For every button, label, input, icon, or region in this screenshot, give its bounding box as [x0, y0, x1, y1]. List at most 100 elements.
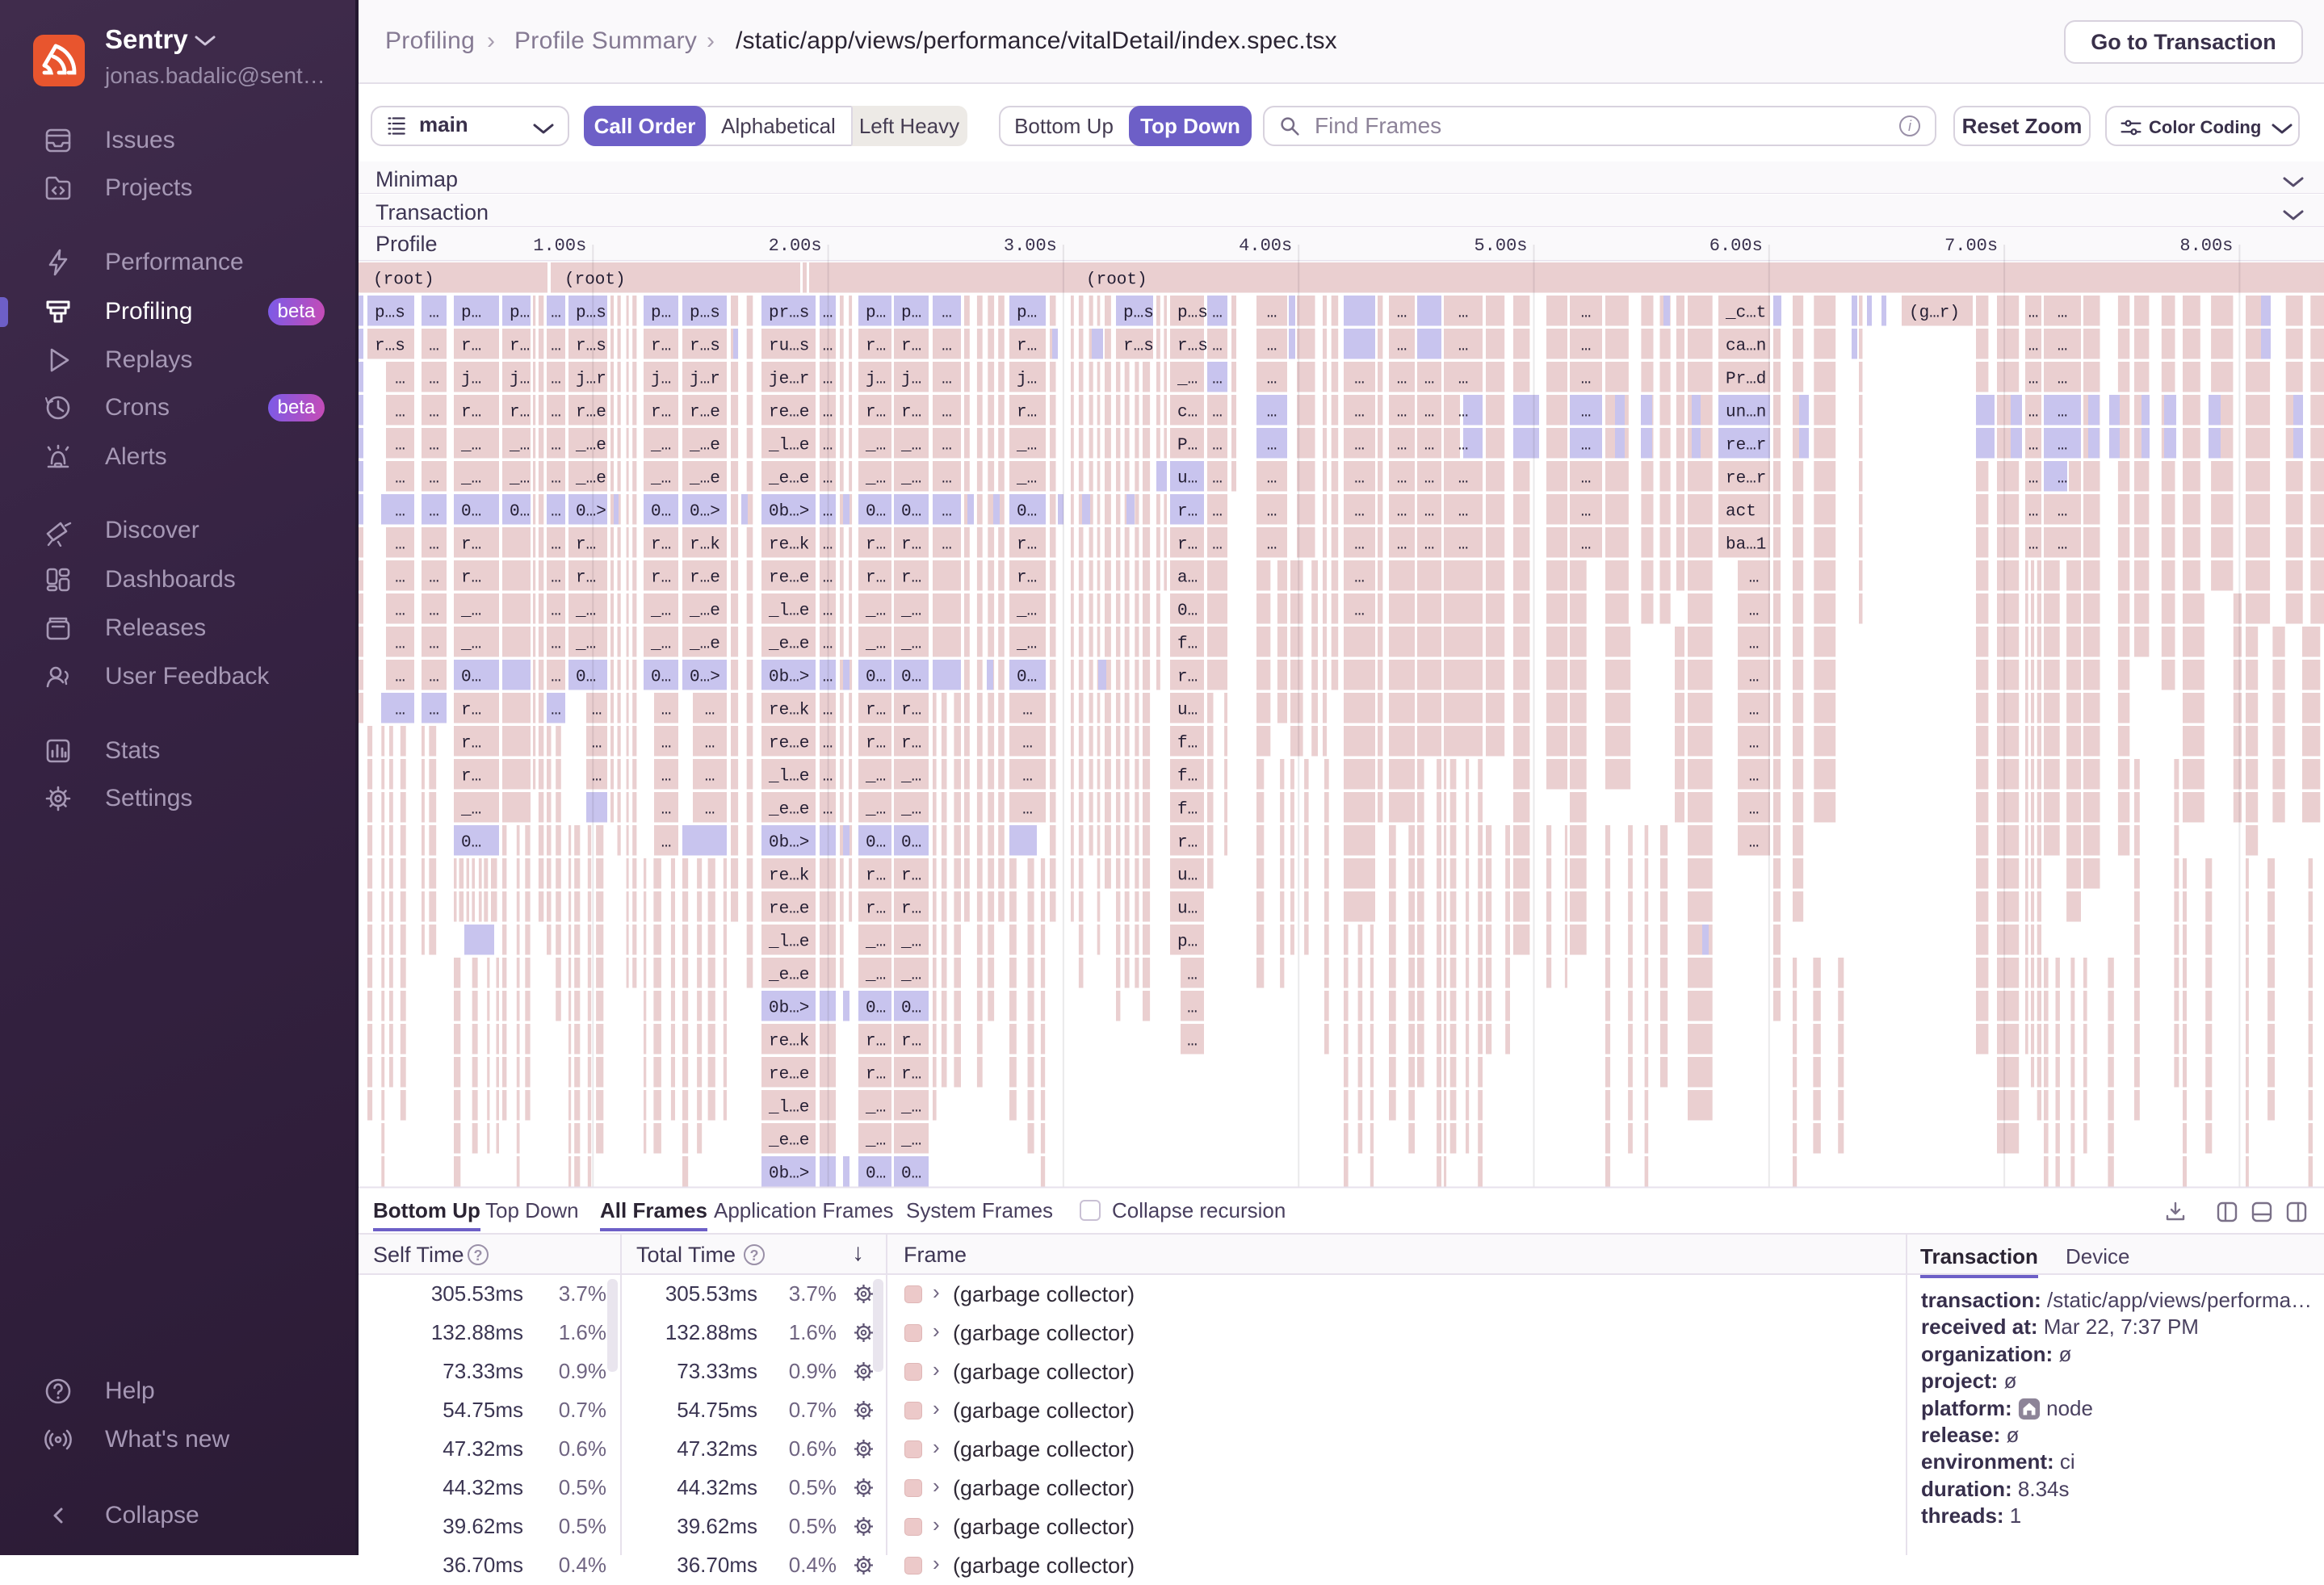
- svg-text:(root): (root): [1086, 271, 1147, 290]
- svg-text:act: act: [1726, 503, 1756, 522]
- svg-text:…: …: [1581, 437, 1592, 455]
- svg-text:…: …: [1424, 503, 1435, 522]
- svg-text:_…: _…: [900, 933, 921, 952]
- svg-text:…: …: [395, 669, 405, 687]
- svg-text:…: …: [1424, 470, 1435, 488]
- svg-text:…: …: [1397, 437, 1407, 455]
- svg-text:…: …: [705, 768, 715, 786]
- svg-text:j…r: j…r: [576, 371, 606, 389]
- svg-text:r…: r…: [1017, 536, 1037, 555]
- svg-text:…: …: [1354, 437, 1365, 455]
- svg-text:…: …: [1267, 503, 1277, 522]
- svg-text:…: …: [1212, 404, 1223, 422]
- svg-text:p…: p…: [901, 304, 921, 323]
- svg-text:0…>: 0…>: [690, 503, 720, 522]
- svg-text:…: …: [1187, 967, 1198, 985]
- svg-text:_…: _…: [865, 768, 886, 786]
- svg-text:p…s: p…s: [690, 304, 720, 323]
- svg-text:…: …: [429, 304, 439, 323]
- svg-text:…: …: [1749, 602, 1760, 621]
- svg-text:…: …: [429, 669, 439, 687]
- svg-text:_…: _…: [460, 801, 481, 820]
- svg-text:0…: 0…: [866, 1000, 886, 1018]
- svg-text:_…: _…: [865, 933, 886, 952]
- svg-text:re…e: re…e: [769, 735, 809, 753]
- svg-text:…: …: [823, 437, 833, 455]
- svg-text:…: …: [1397, 404, 1407, 422]
- svg-text:…: …: [429, 569, 439, 588]
- svg-text:6.00s: 6.00s: [1709, 236, 1763, 256]
- svg-text:pr…s: pr…s: [769, 304, 809, 323]
- svg-text:0b…>: 0b…>: [769, 1000, 809, 1018]
- svg-text:_…e: _…e: [575, 437, 606, 455]
- svg-text:…: …: [2058, 371, 2068, 389]
- svg-text:ca…n: ca…n: [1726, 338, 1766, 356]
- svg-text:…: …: [1424, 536, 1435, 555]
- svg-text:r…: r…: [901, 338, 921, 356]
- svg-text:r…: r…: [1017, 338, 1037, 356]
- svg-text:…: …: [1458, 304, 1469, 323]
- svg-text:…: …: [1354, 503, 1365, 522]
- svg-text:_…e: _…e: [689, 635, 720, 654]
- svg-text:…: …: [2058, 404, 2068, 422]
- svg-text:0…: 0…: [1017, 503, 1037, 522]
- svg-text:(root): (root): [373, 271, 434, 290]
- svg-text:…: …: [942, 371, 952, 389]
- svg-text:…: …: [2028, 470, 2039, 488]
- svg-text:…: …: [1749, 702, 1760, 720]
- svg-text:Profile: Profile: [375, 232, 438, 256]
- svg-text:r…: r…: [510, 338, 530, 356]
- svg-text:r…: r…: [1177, 669, 1198, 687]
- svg-text:…: …: [395, 635, 405, 654]
- svg-text:…: …: [1212, 503, 1223, 522]
- svg-text:…: …: [1267, 371, 1277, 389]
- svg-text:…: …: [551, 404, 561, 422]
- svg-text:r…: r…: [576, 536, 596, 555]
- svg-text:j…: j…: [651, 371, 671, 389]
- svg-text:…: …: [395, 602, 405, 621]
- svg-text:…: …: [823, 801, 833, 820]
- svg-text:…: …: [395, 569, 405, 588]
- svg-text:…: …: [1212, 536, 1223, 555]
- svg-text:…: …: [1267, 437, 1277, 455]
- svg-text:…: …: [823, 635, 833, 654]
- svg-text:…: …: [1581, 338, 1592, 356]
- svg-text:_…: _…: [900, 602, 921, 621]
- svg-text:…: …: [2028, 536, 2039, 555]
- svg-text:…: …: [592, 702, 602, 720]
- svg-text:…: …: [823, 536, 833, 555]
- svg-text:…: …: [661, 834, 672, 853]
- svg-text:…: …: [551, 304, 561, 323]
- svg-text:_…e: _…e: [689, 470, 720, 488]
- svg-text:0…: 0…: [866, 503, 886, 522]
- svg-text:r…: r…: [866, 404, 886, 422]
- svg-text:…: …: [429, 437, 439, 455]
- svg-text:_…: _…: [650, 635, 671, 654]
- svg-text:0b…>: 0b…>: [769, 669, 809, 687]
- svg-text:p…: p…: [651, 304, 671, 323]
- svg-text:0…: 0…: [1177, 602, 1198, 621]
- svg-text:_…: _…: [1016, 602, 1037, 621]
- svg-text:_e…e: _e…e: [768, 1132, 809, 1151]
- svg-text:…: …: [429, 536, 439, 555]
- svg-text:…: …: [592, 735, 602, 753]
- svg-text:r…: r…: [461, 768, 481, 786]
- svg-text:…: …: [1458, 338, 1469, 356]
- svg-text:_…: _…: [900, 967, 921, 985]
- svg-text:r…s: r…s: [1177, 338, 1208, 356]
- svg-text:…: …: [1212, 304, 1223, 323]
- svg-text:…: …: [2028, 304, 2039, 323]
- svg-text:…: …: [823, 338, 833, 356]
- svg-text:0…: 0…: [901, 669, 921, 687]
- svg-text:re…e: re…e: [769, 900, 809, 919]
- svg-text:…: …: [1022, 702, 1033, 720]
- svg-text:…: …: [823, 569, 833, 588]
- svg-text:0…: 0…: [901, 1000, 921, 1018]
- svg-text:3.00s: 3.00s: [1004, 236, 1057, 256]
- svg-text:_…: _…: [900, 1132, 921, 1151]
- svg-text:Pr…d: Pr…d: [1726, 371, 1766, 389]
- svg-text:a…: a…: [1177, 569, 1198, 588]
- svg-text:0…: 0…: [1017, 669, 1037, 687]
- svg-text:_…: _…: [460, 635, 481, 654]
- svg-text:re…r: re…r: [1726, 437, 1766, 455]
